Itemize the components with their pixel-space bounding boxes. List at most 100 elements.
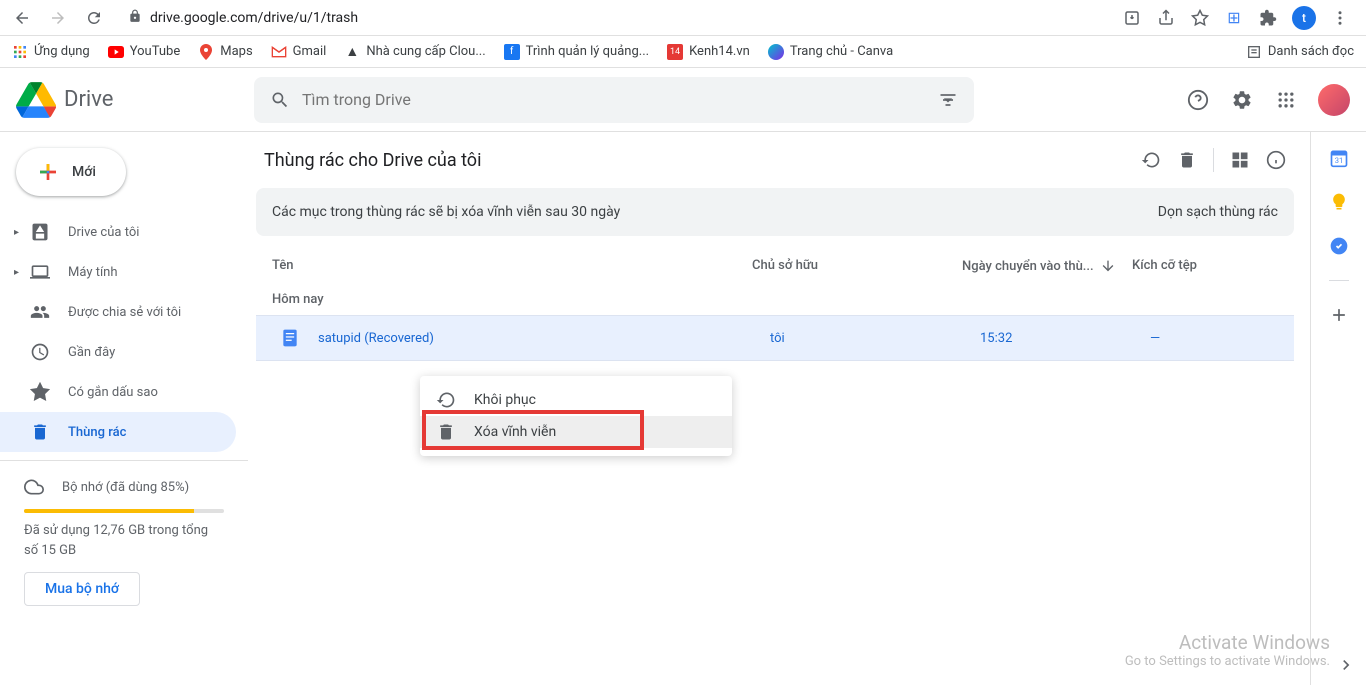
reading-list-icon <box>1246 44 1262 60</box>
sidebar-item-computers[interactable]: ▸Máy tính <box>0 252 236 292</box>
column-owner[interactable]: Chủ sở hữu <box>752 258 962 274</box>
file-date: 15:32 <box>980 331 1150 346</box>
sidebar-item-starred[interactable]: ▸Có gắn dấu sao <box>0 372 236 412</box>
clear-trash-button[interactable]: Dọn sạch thùng rác <box>1158 204 1278 220</box>
restore-icon <box>436 390 456 410</box>
sidebar-item-trash[interactable]: ▸Thùng rác <box>0 412 236 452</box>
sidebar: Mới ▸Drive của tôi ▸Máy tính ▸Được chia … <box>0 132 248 685</box>
restore-action-icon[interactable] <box>1141 150 1161 170</box>
maps-bookmark[interactable]: Maps <box>198 44 252 60</box>
add-addon-icon[interactable] <box>1329 305 1349 325</box>
search-icon <box>270 90 290 110</box>
canva-icon <box>768 44 784 60</box>
ads-bookmark[interactable]: fTrình quản lý quảng... <box>504 44 649 60</box>
search-box[interactable] <box>254 77 974 123</box>
cloud-bookmark[interactable]: ▲Nhà cung cấp Clou... <box>344 44 485 60</box>
menu-restore[interactable]: Khôi phục <box>420 384 732 416</box>
document-icon <box>280 328 300 348</box>
drive-header: Drive <box>0 68 1366 132</box>
context-menu: Khôi phục Xóa vĩnh viễn <box>420 376 732 456</box>
trash-icon <box>436 422 456 442</box>
apps-bookmark[interactable]: Ứng dụng <box>12 44 90 60</box>
help-icon[interactable] <box>1186 88 1210 112</box>
caret-icon: ▸ <box>14 267 22 278</box>
delete-action-icon[interactable] <box>1177 150 1197 170</box>
gmail-bookmark[interactable]: Gmail <box>271 44 327 60</box>
storage-bar <box>24 509 224 513</box>
tasks-icon[interactable] <box>1329 236 1349 256</box>
canva-bookmark[interactable]: Trang chủ - Canva <box>768 44 893 60</box>
keep-icon[interactable] <box>1329 192 1349 212</box>
page-title: Thùng rác cho Drive của tôi <box>264 150 481 171</box>
sidebar-item-shared[interactable]: ▸Được chia sẻ với tôi <box>0 292 236 332</box>
bookmarks-bar: Ứng dụng YouTube Maps Gmail ▲Nhà cung cấ… <box>0 36 1366 68</box>
kenh14-bookmark[interactable]: 14Kenh14.vn <box>667 44 750 60</box>
apps-icon <box>12 44 28 60</box>
reload-button[interactable] <box>80 4 108 32</box>
header-right <box>1186 84 1350 116</box>
sort-descending-icon <box>1100 258 1116 274</box>
browser-toolbar: drive.google.com/drive/u/1/trash ⊞ t <box>0 0 1366 36</box>
column-date[interactable]: Ngày chuyển vào thù... <box>962 258 1132 274</box>
caret-icon: ▸ <box>14 227 22 238</box>
drive-logo[interactable]: Drive <box>16 80 246 120</box>
new-button[interactable]: Mới <box>16 148 126 196</box>
content-area: Thùng rác cho Drive của tôi Các mục tron… <box>248 132 1366 685</box>
user-avatar[interactable] <box>1318 84 1350 116</box>
extension-icon[interactable]: ⊞ <box>1224 8 1244 28</box>
maps-icon <box>198 44 214 60</box>
svg-text:31: 31 <box>1334 156 1342 165</box>
panel-collapse-icon[interactable] <box>1334 653 1358 677</box>
youtube-bookmark[interactable]: YouTube <box>108 44 181 60</box>
file-row[interactable]: satupid (Recovered) tôi 15:32 — <box>256 315 1294 361</box>
apps-grid-icon[interactable] <box>1274 88 1298 112</box>
url-text: drive.google.com/drive/u/1/trash <box>150 10 358 26</box>
reading-list[interactable]: Danh sách đọc <box>1246 44 1354 60</box>
file-owner: tôi <box>770 331 980 346</box>
file-size: — <box>1150 331 1278 346</box>
lock-icon <box>128 9 142 27</box>
sidebar-item-recent[interactable]: ▸Gần đây <box>0 332 236 372</box>
youtube-icon <box>108 44 124 60</box>
storage-text: Đã sử dụng 12,76 GB trong tổng số 15 GB <box>24 521 224 560</box>
plus-icon <box>36 160 60 184</box>
notice-bar: Các mục trong thùng rác sẽ bị xóa vĩnh v… <box>256 188 1294 236</box>
notice-text: Các mục trong thùng rác sẽ bị xóa vĩnh v… <box>272 204 620 220</box>
column-size[interactable]: Kích cỡ tệp <box>1132 258 1278 274</box>
table-header: Tên Chủ sở hữu Ngày chuyển vào thù... Kí… <box>256 248 1294 284</box>
install-icon[interactable] <box>1122 8 1142 28</box>
address-bar[interactable]: drive.google.com/drive/u/1/trash <box>116 9 1114 27</box>
info-icon[interactable] <box>1266 150 1286 170</box>
settings-icon[interactable] <box>1230 88 1254 112</box>
search-options-icon[interactable] <box>938 90 958 110</box>
profile-avatar[interactable]: t <box>1292 6 1316 30</box>
view-actions <box>1141 148 1286 172</box>
share-icon[interactable] <box>1156 8 1176 28</box>
drive-title: Drive <box>64 87 113 112</box>
side-panel: 31 <box>1310 132 1366 685</box>
browser-right-icons: ⊞ t <box>1122 6 1358 30</box>
back-button[interactable] <box>8 4 36 32</box>
storage-item[interactable]: Bộ nhớ (đã dùng 85%) <box>24 477 224 497</box>
forward-button[interactable] <box>44 4 72 32</box>
section-label: Hôm nay <box>256 284 1294 315</box>
new-label: Mới <box>72 164 96 180</box>
menu-delete-forever[interactable]: Xóa vĩnh viễn <box>420 416 732 448</box>
kenh14-icon: 14 <box>667 44 683 60</box>
storage-section: Bộ nhớ (đã dùng 85%) Đã sử dụng 12,76 GB… <box>0 469 248 614</box>
star-icon[interactable] <box>1190 8 1210 28</box>
cloud-icon: ▲ <box>344 44 360 60</box>
column-name[interactable]: Tên <box>272 258 752 274</box>
search-input[interactable] <box>302 90 926 109</box>
buy-storage-button[interactable]: Mua bộ nhớ <box>24 572 140 606</box>
sidebar-item-my-drive[interactable]: ▸Drive của tôi <box>0 212 236 252</box>
menu-icon[interactable] <box>1330 8 1350 28</box>
puzzle-icon[interactable] <box>1258 8 1278 28</box>
drive-logo-icon <box>16 80 56 120</box>
calendar-icon[interactable]: 31 <box>1329 148 1349 168</box>
file-name: satupid (Recovered) <box>318 331 770 346</box>
grid-view-icon[interactable] <box>1230 150 1250 170</box>
ads-icon: f <box>504 44 520 60</box>
gmail-icon <box>271 44 287 60</box>
content-header: Thùng rác cho Drive của tôi <box>256 148 1294 188</box>
